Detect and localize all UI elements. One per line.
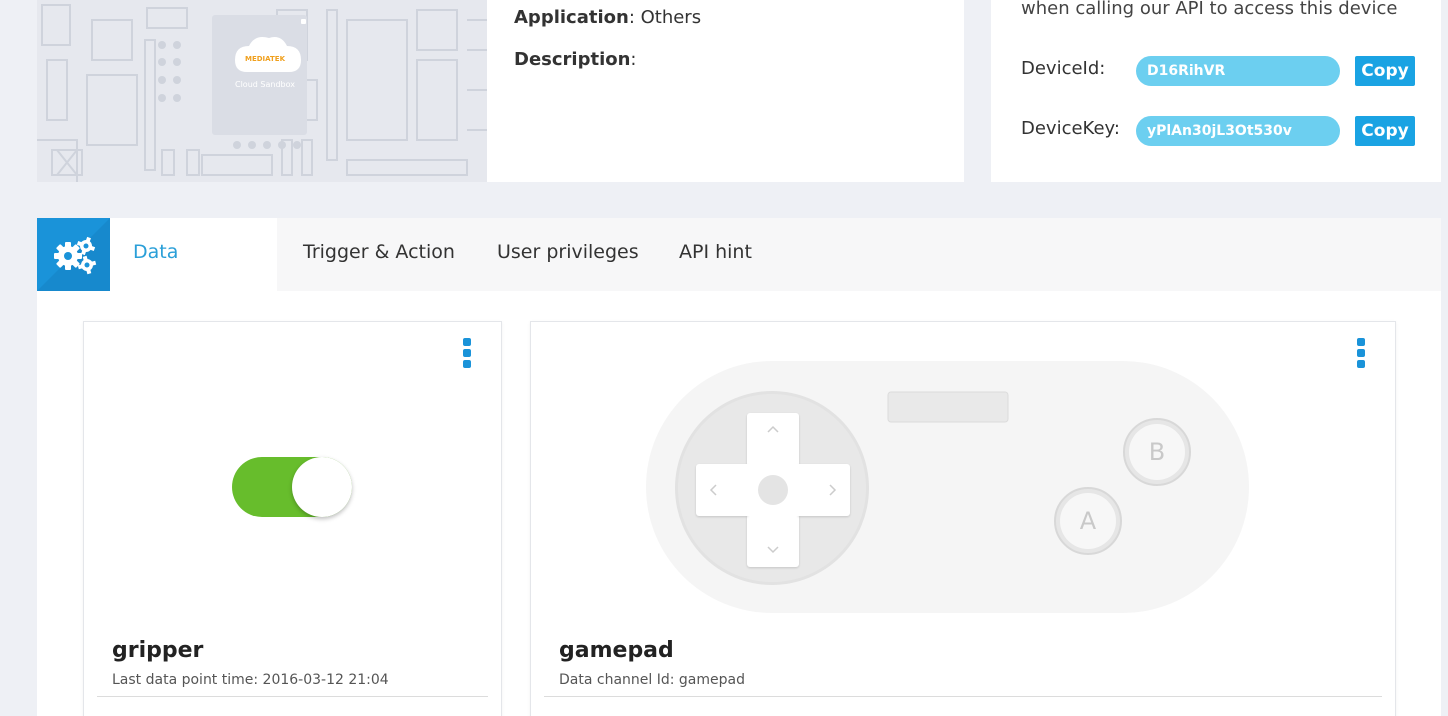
brand-sub-text: Cloud Sandbox — [235, 80, 295, 89]
description-value: : — [630, 49, 637, 70]
dpad-down-button[interactable] — [747, 515, 799, 567]
last-data-point-time: Last data point time: 2016-03-12 21:04 — [112, 672, 389, 688]
chevron-left-icon — [709, 484, 717, 496]
gamepad-b-button[interactable]: B — [1123, 418, 1191, 486]
tab-bar: Data channel Trigger & Action User privi… — [37, 218, 1441, 331]
tab-data-channel[interactable]: Data channel — [110, 218, 277, 331]
toggle-knob — [292, 457, 352, 517]
tab-user-privileges[interactable]: User privileges — [474, 218, 662, 291]
circuit-board-illustration — [37, 4, 487, 182]
application-value: : Others — [628, 7, 702, 28]
tab-trigger-action[interactable]: Trigger & Action — [280, 218, 478, 291]
card-title: gripper — [112, 638, 204, 663]
copy-device-id-button[interactable]: Copy — [1355, 56, 1415, 86]
device-info-card: Application: Others Description: — [487, 0, 964, 182]
device-image: MEDIATEK Cloud Sandbox — [37, 0, 487, 182]
device-id-label: DeviceId: — [1021, 58, 1106, 79]
vertical-dots-icon[interactable] — [1357, 338, 1367, 368]
data-channel-panel: gripper Last data point time: 2016-03-12… — [37, 291, 1441, 716]
description-row: Description: — [514, 49, 637, 70]
device-key-value: yPlAn30jL3Ot530v — [1136, 116, 1340, 146]
vertical-dots-icon[interactable] — [463, 338, 473, 368]
brand-logo-text: MEDIATEK — [244, 55, 286, 63]
gears-icon — [37, 218, 110, 291]
description-label: Description — [514, 49, 631, 70]
dpad — [696, 413, 850, 567]
application-row: Application: Others — [514, 7, 701, 28]
dpad-center — [747, 464, 799, 516]
device-key-card: when calling our API to access this devi… — [991, 0, 1441, 182]
tab-api-hint[interactable]: API hint — [656, 218, 775, 291]
device-key-label: DeviceKey: — [1021, 118, 1120, 139]
chevron-right-icon — [829, 484, 837, 496]
chevron-down-icon — [767, 546, 779, 554]
card-divider — [97, 696, 488, 697]
gamepad-a-button[interactable]: A — [1054, 487, 1122, 555]
b-button-label: B — [1129, 424, 1185, 480]
dpad-left-button[interactable] — [696, 464, 748, 516]
device-id-value: D16RihVR — [1136, 56, 1340, 86]
channel-card-gripper: gripper Last data point time: 2016-03-12… — [83, 321, 502, 716]
copy-device-key-button[interactable]: Copy — [1355, 116, 1415, 146]
card-divider — [544, 696, 1382, 697]
application-label: Application — [514, 7, 629, 28]
api-hint-text: when calling our API to access this devi… — [1021, 0, 1398, 19]
dpad-up-button[interactable] — [747, 413, 799, 465]
chevron-up-icon — [767, 425, 779, 433]
a-button-label: A — [1060, 493, 1116, 549]
gripper-toggle-switch[interactable] — [232, 457, 352, 517]
dpad-right-button[interactable] — [798, 464, 850, 516]
card-title: gamepad — [559, 638, 674, 663]
data-channel-id: Data channel Id: gamepad — [559, 672, 745, 688]
channel-card-gamepad: B A gamepad Data channel Id: gamepad — [530, 321, 1396, 716]
gamepad-controller: B A — [646, 361, 1249, 613]
